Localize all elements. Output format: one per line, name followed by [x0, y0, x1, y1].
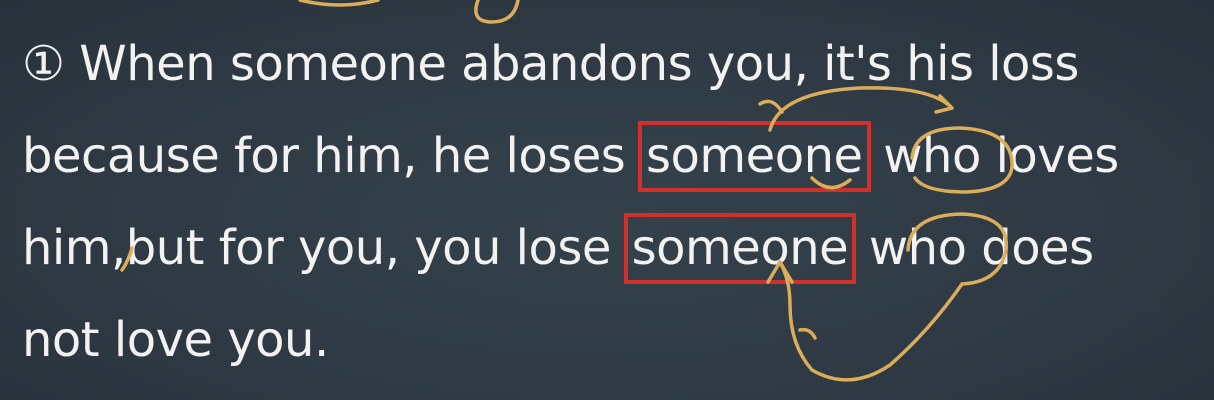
sentence-line-4: not love you.: [22, 294, 1202, 386]
line-1-text: ① When someone abandons you, it's his lo…: [22, 36, 1079, 92]
line-2-text-before: because for him, he loses: [22, 128, 641, 184]
line-3-text-after: who does: [854, 220, 1094, 276]
example-sentence: ① When someone abandons you, it's his lo…: [22, 18, 1202, 386]
sentence-line-1: ① When someone abandons you, it's his lo…: [22, 18, 1202, 110]
line-2-text-after: who loves: [868, 128, 1119, 184]
highlighted-word-someone-2: someone: [623, 212, 857, 285]
sentence-line-3: him,but for you, you lose someone who do…: [22, 202, 1202, 294]
sentence-line-2: because for him, he loses someone who lo…: [22, 110, 1202, 202]
line-4-text: not love you.: [22, 312, 329, 368]
highlighted-word-someone-1: someone: [638, 120, 871, 193]
slide: ① When someone abandons you, it's his lo…: [0, 0, 1214, 400]
pen-mark-top-left: [298, 0, 380, 7]
line-3-text-before: him,but for you, you lose: [22, 220, 626, 276]
